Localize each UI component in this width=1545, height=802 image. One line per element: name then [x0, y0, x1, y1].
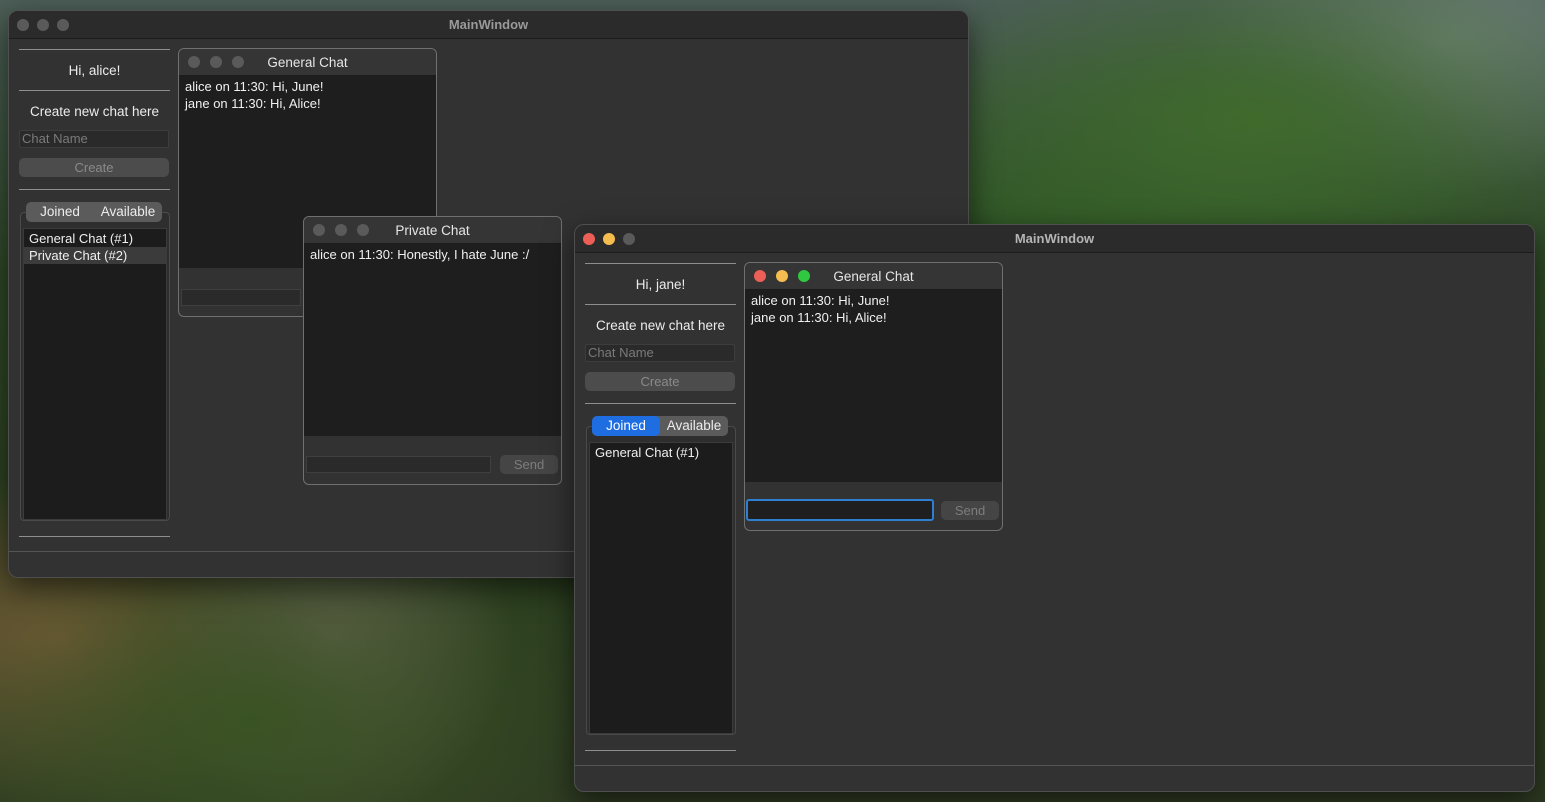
minimize-button[interactable] — [603, 233, 615, 245]
send-button[interactable]: Send — [500, 455, 558, 474]
minimize-button[interactable] — [776, 270, 788, 282]
greeting-label: Hi, jane! — [635, 277, 686, 292]
message: jane on 11:30: Hi, Alice! — [751, 310, 887, 325]
tab-available[interactable]: Available — [660, 416, 728, 436]
joined-chats-list: General Chat (#1) — [589, 442, 733, 734]
general-chat-titlebar[interactable]: General Chat — [745, 263, 1002, 290]
zoom-button[interactable] — [623, 233, 635, 245]
message-input[interactable] — [181, 289, 301, 306]
send-button[interactable]: Send — [941, 501, 999, 520]
main-window-alice-titlebar[interactable]: MainWindow — [9, 11, 968, 39]
close-button[interactable] — [17, 19, 29, 31]
joined-chats-list: General Chat (#1) Private Chat (#2) — [23, 228, 167, 520]
tab-available[interactable]: Available — [94, 202, 162, 222]
message-list: alice on 11:30: Honestly, I hate June :/ — [304, 244, 561, 436]
general-chat-window-jane: General Chat alice on 11:30: Hi, June! j… — [744, 262, 1003, 531]
create-chat-heading: Create new chat here — [29, 104, 160, 119]
chat-tab-switcher: Joined Available — [592, 416, 728, 436]
chat-title: Private Chat — [395, 223, 470, 238]
divider — [585, 263, 736, 264]
main-window-jane: MainWindow Hi, jane! Create new chat her… — [574, 224, 1535, 792]
minimize-button[interactable] — [335, 224, 347, 236]
tab-joined[interactable]: Joined — [592, 416, 660, 436]
window-title: MainWindow — [1014, 231, 1095, 246]
message-input[interactable] — [746, 499, 934, 521]
minimize-button[interactable] — [37, 19, 49, 31]
zoom-button[interactable] — [357, 224, 369, 236]
list-item-general-chat[interactable]: General Chat (#1) — [24, 230, 166, 247]
divider — [19, 189, 170, 190]
divider — [19, 49, 170, 50]
list-item-general-chat[interactable]: General Chat (#1) — [590, 444, 732, 461]
chat-name-input[interactable]: Chat Name — [19, 130, 169, 148]
chat-tab-switcher: Joined Available — [26, 202, 162, 222]
tab-joined[interactable]: Joined — [26, 202, 94, 222]
greeting-label: Hi, alice! — [68, 63, 121, 78]
private-chat-titlebar[interactable]: Private Chat — [304, 217, 561, 244]
minimize-button[interactable] — [210, 56, 222, 68]
create-chat-button[interactable]: Create — [585, 372, 735, 391]
message: alice on 11:30: Hi, June! — [185, 79, 324, 94]
general-chat-titlebar[interactable]: General Chat — [179, 49, 436, 76]
message-list: alice on 11:30: Hi, June! jane on 11:30:… — [745, 290, 1002, 482]
divider — [585, 403, 736, 404]
divider — [19, 90, 170, 91]
chat-name-input[interactable]: Chat Name — [585, 344, 735, 362]
divider — [19, 536, 170, 537]
divider — [585, 304, 736, 305]
message: alice on 11:30: Hi, June! — [751, 293, 890, 308]
zoom-button[interactable] — [57, 19, 69, 31]
create-chat-heading: Create new chat here — [595, 318, 726, 333]
chat-title: General Chat — [267, 55, 348, 70]
create-chat-button[interactable]: Create — [19, 158, 169, 177]
close-button[interactable] — [313, 224, 325, 236]
private-chat-window-alice: Private Chat alice on 11:30: Honestly, I… — [303, 216, 562, 485]
zoom-button[interactable] — [798, 270, 810, 282]
close-button[interactable] — [188, 56, 200, 68]
close-button[interactable] — [583, 233, 595, 245]
main-window-jane-titlebar[interactable]: MainWindow — [575, 225, 1534, 253]
chat-title: General Chat — [833, 269, 914, 284]
list-item-private-chat[interactable]: Private Chat (#2) — [24, 247, 166, 264]
message: alice on 11:30: Honestly, I hate June :/ — [310, 247, 530, 262]
zoom-button[interactable] — [232, 56, 244, 68]
window-title: MainWindow — [448, 17, 529, 32]
message-input[interactable] — [306, 456, 491, 473]
close-button[interactable] — [754, 270, 766, 282]
message: jane on 11:30: Hi, Alice! — [185, 96, 321, 111]
divider — [585, 750, 736, 751]
status-bar — [575, 765, 1534, 766]
